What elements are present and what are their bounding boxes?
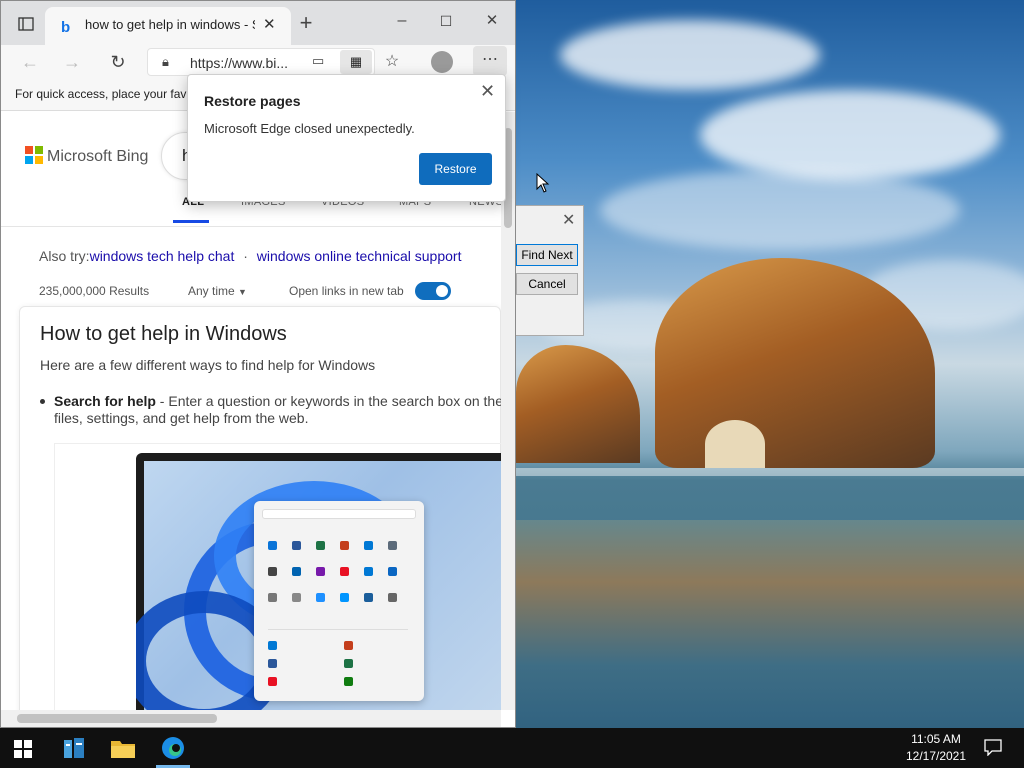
popup-close-icon[interactable]: ✕: [480, 81, 495, 102]
refresh-icon[interactable]: ↻: [103, 48, 133, 76]
restore-button[interactable]: Restore: [419, 153, 492, 185]
scroll-thumb[interactable]: [17, 714, 217, 723]
open-links-toggle[interactable]: [415, 282, 451, 300]
lock-icon: 🔒︎: [162, 54, 169, 69]
restore-pages-popup: ✕ Restore pages Microsoft Edge closed un…: [187, 74, 506, 202]
forward-icon[interactable]: →: [57, 48, 87, 76]
back-icon[interactable]: ←: [15, 48, 45, 76]
also-try-link[interactable]: windows tech help chat: [90, 248, 235, 264]
clock-date: 12/17/2021: [905, 749, 967, 763]
notification-icon[interactable]: [984, 738, 1002, 761]
tab-active[interactable]: b how to get help in windows - Se ✕: [45, 7, 291, 45]
also-try: Also try:windows tech help chat · window…: [39, 248, 462, 264]
cursor-icon: [536, 173, 550, 193]
chevron-down-icon: ▼: [238, 287, 247, 297]
favorites-bar-hint: For quick access, place your fav: [15, 87, 187, 101]
answer-card: How to get help in Windows Here are a fe…: [19, 306, 501, 710]
horizontal-scrollbar[interactable]: [1, 710, 501, 727]
settings-more-icon[interactable]: ⋯: [473, 46, 507, 76]
find-dialog-close-icon[interactable]: ✕: [562, 210, 575, 230]
collections-icon[interactable]: ▦: [340, 50, 372, 74]
address-text: https://www.bi...: [190, 55, 289, 71]
bing-logo[interactable]: Microsoft Bing: [25, 146, 148, 166]
tab-close-icon[interactable]: ✕: [263, 15, 276, 33]
find-next-button[interactable]: Find Next: [516, 244, 578, 266]
windows-logo-icon: [14, 740, 32, 758]
edge-taskbar-icon[interactable]: [160, 735, 186, 766]
active-tab-indicator: [173, 220, 209, 223]
card-subtitle: Here are a few different ways to find he…: [40, 357, 376, 373]
close-button[interactable]: ✕: [477, 7, 507, 35]
new-tab-button[interactable]: +: [291, 10, 321, 38]
minimize-button[interactable]: –: [387, 7, 417, 35]
file-explorer-icon[interactable]: [110, 736, 136, 765]
start-menu-preview: [254, 501, 424, 701]
profile-avatar[interactable]: [431, 51, 453, 73]
start-button[interactable]: [14, 740, 32, 763]
taskbar: 11:05 AM 12/17/2021: [0, 728, 1024, 768]
address-bar[interactable]: 🔒︎ https://www.bi... ▭ ▦: [147, 48, 375, 76]
open-links-label: Open links in new tab: [289, 284, 404, 298]
add-favorite-icon[interactable]: ☆: [377, 48, 407, 76]
maximize-button[interactable]: ☐: [431, 7, 461, 35]
results-count: 235,000,000 Results: [39, 284, 150, 298]
tab-title: how to get help in windows - Se: [85, 17, 255, 32]
time-filter-dropdown[interactable]: Any time ▼: [188, 284, 247, 298]
also-try-link[interactable]: windows online technical support: [257, 248, 462, 264]
popup-message: Microsoft Edge closed unexpectedly.: [204, 121, 415, 136]
tab-actions-icon[interactable]: [11, 10, 41, 38]
windows11-laptop-image[interactable]: [136, 453, 501, 710]
divider: [1, 226, 501, 227]
tab-strip: b how to get help in windows - Se ✕ + – …: [1, 1, 515, 45]
app-available-icon[interactable]: ▭: [312, 53, 324, 69]
popup-title: Restore pages: [204, 93, 301, 109]
card-title[interactable]: How to get help in Windows: [40, 323, 287, 346]
find-dialog: ✕ Find Next Cancel: [516, 205, 584, 336]
clock-time: 11:05 AM: [911, 732, 961, 746]
microsoft-logo-icon: [25, 146, 43, 164]
card-bullet: Search for help - Enter a question or ke…: [54, 393, 501, 426]
bullet-icon: [40, 399, 45, 404]
server-manager-icon[interactable]: [62, 736, 86, 765]
bing-favicon-icon: b: [61, 19, 71, 36]
system-clock[interactable]: 11:05 AM 12/17/2021: [896, 731, 976, 765]
cancel-button[interactable]: Cancel: [516, 273, 578, 295]
